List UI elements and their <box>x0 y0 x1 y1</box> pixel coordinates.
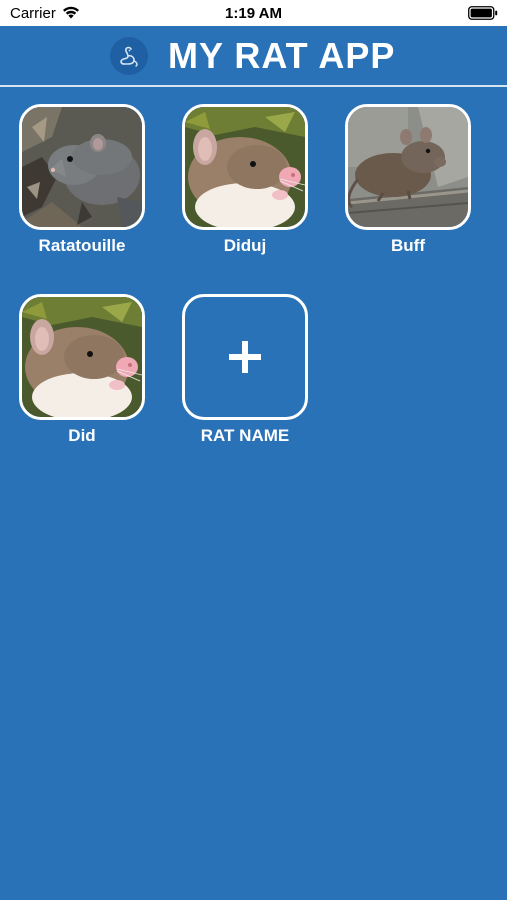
rat-tile[interactable]: Ratatouille <box>19 104 145 256</box>
clock: 1:19 AM <box>225 5 282 22</box>
app-header: MY RAT APP <box>0 26 507 85</box>
page-title: MY RAT APP <box>168 35 396 76</box>
rat-photo[interactable] <box>345 104 471 230</box>
status-bar: Carrier 1:19 AM <box>0 0 507 26</box>
rat-name-label: Ratatouille <box>38 236 126 255</box>
rat-logo-icon <box>110 37 148 75</box>
rat-name-label: Buff <box>391 236 425 255</box>
add-rat-button[interactable] <box>182 294 308 420</box>
plus-icon <box>229 341 261 373</box>
rat-tile[interactable]: Buff <box>345 104 471 256</box>
rat-photo[interactable] <box>19 294 145 420</box>
add-rat-label: RAT NAME <box>200 426 290 445</box>
rat-name-label: Diduj <box>223 236 267 255</box>
rat-name-label: Did <box>68 426 96 445</box>
rat-tile[interactable]: Did <box>19 294 145 446</box>
battery-icon <box>468 6 498 20</box>
rat-photo[interactable] <box>19 104 145 230</box>
header-divider <box>0 85 507 87</box>
add-rat-tile[interactable]: RAT NAME <box>182 294 308 446</box>
rat-photo[interactable] <box>182 104 308 230</box>
rat-tile[interactable]: Diduj <box>182 104 308 256</box>
